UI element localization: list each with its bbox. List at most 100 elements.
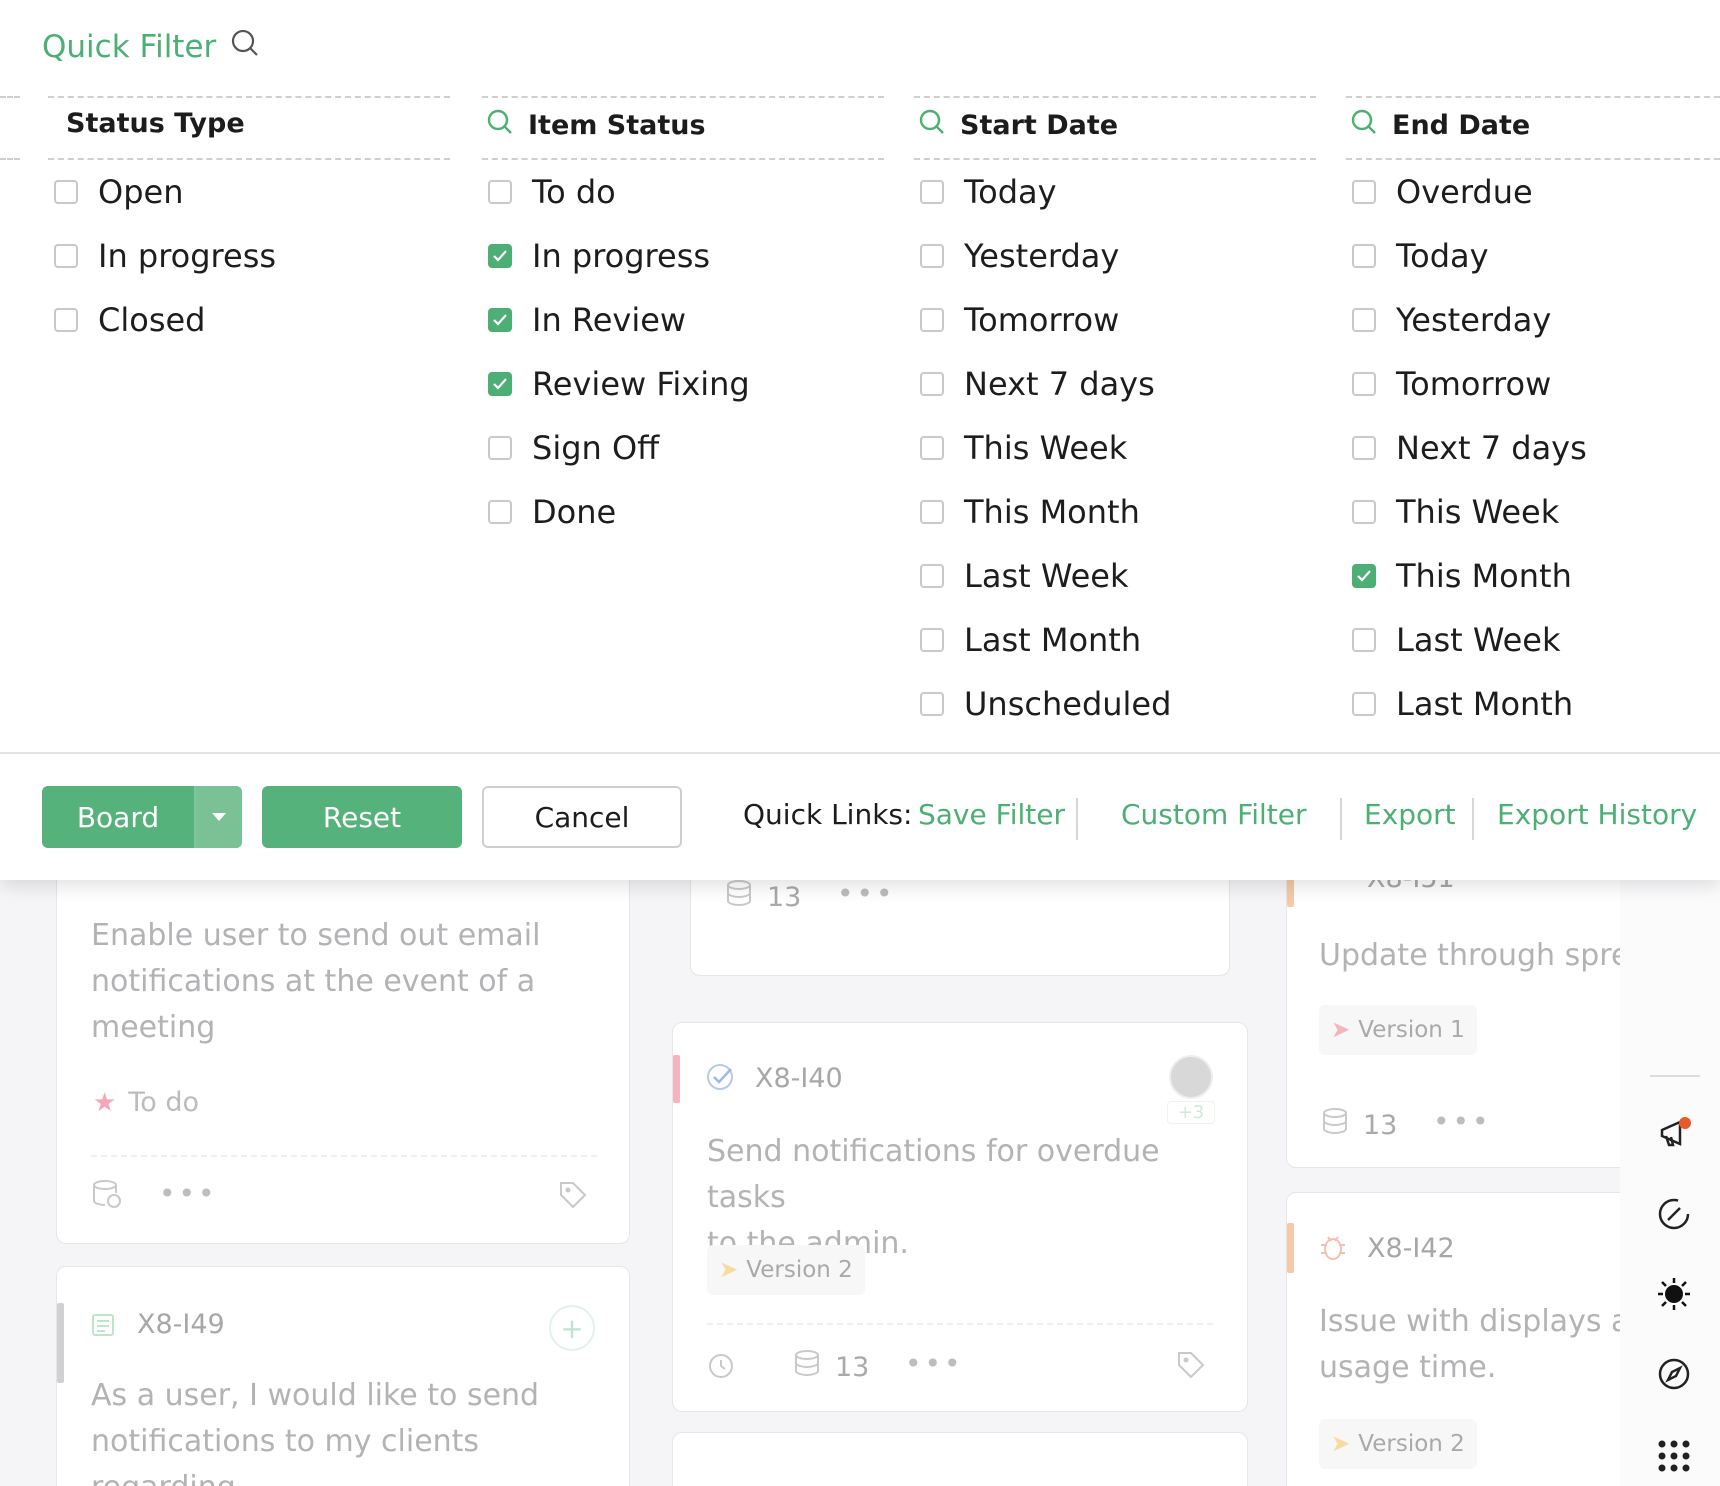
filter-checkbox[interactable]	[920, 692, 944, 716]
export-link[interactable]: Export	[1364, 798, 1456, 831]
filter-option[interactable]: Last Week	[920, 556, 1129, 596]
board-card[interactable]: X8-I51 Update through sprea ➤ Version 1 …	[1286, 850, 1648, 1168]
board-card[interactable]: X8-I49 + As a user, I would like to send…	[56, 1266, 630, 1486]
board-button[interactable]: Board	[42, 786, 242, 848]
filter-checkbox[interactable]	[1352, 628, 1376, 652]
filter-checkbox[interactable]	[54, 308, 78, 332]
compass-icon[interactable]	[1656, 1356, 1692, 1392]
filter-option[interactable]: To do	[488, 172, 616, 212]
filter-option-label: Next 7 days	[964, 365, 1155, 403]
filter-option[interactable]: Closed	[54, 300, 205, 340]
board-card[interactable]: X8-I42 Issue with displays av usage time…	[1286, 1192, 1647, 1486]
filter-option-label: Unscheduled	[964, 685, 1172, 723]
filter-option[interactable]: Last Month	[1352, 684, 1573, 724]
filter-checkbox[interactable]	[1352, 180, 1376, 204]
filter-checkbox[interactable]	[1352, 500, 1376, 524]
filter-option[interactable]: In progress	[488, 236, 710, 276]
filter-column-header: Start Date	[918, 108, 1118, 143]
filter-option[interactable]: Unscheduled	[920, 684, 1171, 724]
filter-checkbox[interactable]	[1352, 692, 1376, 716]
filter-option[interactable]: This Month	[1352, 556, 1572, 596]
filter-option-label: Today	[964, 173, 1057, 211]
filter-option-label: In progress	[532, 237, 711, 275]
filter-checkbox[interactable]	[488, 180, 512, 204]
filter-checkbox[interactable]	[1352, 436, 1376, 460]
theme-sun-icon[interactable]	[1656, 1276, 1692, 1312]
quick-links-label: Quick Links:	[743, 798, 913, 831]
reset-button[interactable]: Reset	[262, 786, 462, 848]
avatar[interactable]	[1169, 1055, 1213, 1099]
tag-icon[interactable]	[1175, 1349, 1207, 1385]
filter-checkbox[interactable]	[920, 564, 944, 588]
board-card[interactable]: X8-I40 +3 Send notifications for overdue…	[672, 1022, 1248, 1412]
filter-option[interactable]: Last Week	[1352, 620, 1561, 660]
filter-checkbox[interactable]	[1352, 244, 1376, 268]
chevron-down-icon[interactable]	[194, 786, 242, 848]
filter-option[interactable]: Open	[54, 172, 183, 212]
more-icon[interactable]: •••	[1433, 1105, 1492, 1138]
announcement-icon[interactable]	[1656, 1116, 1692, 1152]
filter-option[interactable]: Sign Off	[488, 428, 659, 468]
filter-option[interactable]: Overdue	[1352, 172, 1533, 212]
filter-option[interactable]: Last Month	[920, 620, 1141, 660]
search-icon[interactable]	[230, 28, 260, 66]
custom-filter-link[interactable]: Custom Filter	[1121, 798, 1307, 831]
filter-option[interactable]: Yesterday	[920, 236, 1119, 276]
filter-checkbox[interactable]	[1352, 372, 1376, 396]
search-icon[interactable]	[918, 108, 946, 143]
filter-checkbox[interactable]	[488, 372, 512, 396]
filter-option[interactable]: Next 7 days	[1352, 428, 1587, 468]
quick-filter-panel: Quick Filter Status Type Open In progress C…	[0, 0, 1720, 880]
filter-checkbox[interactable]	[920, 244, 944, 268]
right-rail	[1620, 880, 1720, 1486]
filter-checkbox[interactable]	[1352, 564, 1376, 588]
add-icon[interactable]: +	[549, 1305, 595, 1351]
filter-option[interactable]: Done	[488, 492, 616, 532]
filter-checkbox[interactable]	[920, 628, 944, 652]
filter-option[interactable]: Tomorrow	[1352, 364, 1551, 404]
filter-checkbox[interactable]	[920, 436, 944, 460]
filter-option[interactable]: Next 7 days	[920, 364, 1155, 404]
filter-checkbox[interactable]	[920, 500, 944, 524]
filter-option[interactable]: Yesterday	[1352, 300, 1551, 340]
filter-checkbox[interactable]	[920, 308, 944, 332]
filter-checkbox[interactable]	[54, 244, 78, 268]
export-history-link[interactable]: Export History	[1497, 798, 1697, 831]
filter-option-label: Last Month	[1396, 685, 1574, 723]
more-icon[interactable]: •••	[159, 1177, 218, 1210]
send-icon: ➤	[1331, 1431, 1351, 1457]
filter-checkbox[interactable]	[920, 372, 944, 396]
filter-option[interactable]: This Week	[920, 428, 1127, 468]
filter-option[interactable]: Review Fixing	[488, 364, 750, 404]
filter-option-label: In Review	[532, 301, 687, 339]
save-filter-link[interactable]: Save Filter	[918, 798, 1065, 831]
gauge-icon[interactable]	[1656, 1196, 1692, 1232]
filter-option-label: Yesterday	[964, 237, 1120, 275]
filter-checkbox[interactable]	[920, 180, 944, 204]
filter-checkbox[interactable]	[54, 180, 78, 204]
more-icon[interactable]: •••	[837, 877, 896, 910]
filter-checkbox[interactable]	[1352, 308, 1376, 332]
alarm-icon[interactable]	[705, 1349, 737, 1385]
filter-option[interactable]: In Review	[488, 300, 686, 340]
search-icon[interactable]	[486, 108, 514, 143]
filter-option[interactable]: This Month	[920, 492, 1140, 532]
search-icon[interactable]	[1350, 108, 1378, 143]
database-icon	[725, 879, 755, 916]
board-card[interactable]: Enable user to send out email notificati…	[56, 860, 630, 1244]
filter-option[interactable]: Tomorrow	[920, 300, 1119, 340]
filter-checkbox[interactable]	[488, 436, 512, 460]
apps-grid-icon[interactable]	[1656, 1438, 1692, 1474]
board-card[interactable]	[672, 1432, 1248, 1486]
points-count: 13	[793, 1349, 869, 1386]
filter-checkbox[interactable]	[488, 308, 512, 332]
tag-icon[interactable]	[557, 1179, 589, 1215]
cancel-button[interactable]: Cancel	[482, 786, 682, 848]
more-icon[interactable]: •••	[905, 1347, 964, 1380]
filter-option[interactable]: Today	[1352, 236, 1489, 276]
filter-checkbox[interactable]	[488, 500, 512, 524]
filter-option[interactable]: This Week	[1352, 492, 1559, 532]
filter-option[interactable]: In progress	[54, 236, 276, 276]
filter-option[interactable]: Today	[920, 172, 1057, 212]
filter-checkbox[interactable]	[488, 244, 512, 268]
